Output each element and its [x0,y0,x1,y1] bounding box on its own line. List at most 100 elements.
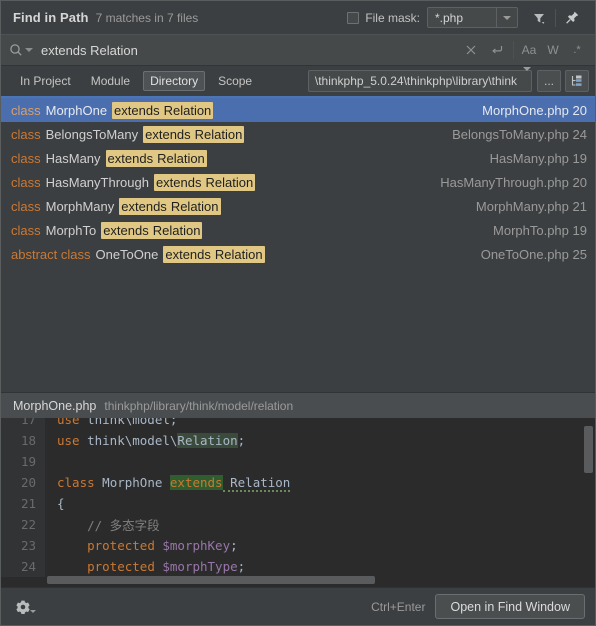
scope-tab-in-project[interactable]: In Project [13,71,78,91]
result-class-name: HasMany [45,150,101,166]
result-row[interactable]: class BelongsToMany extends Relation Belo… [1,122,595,146]
code-line: 23 protected $morphKey; [1,535,595,556]
code-line: 24 protected $morphType; [1,556,595,577]
line-number: 18 [1,430,45,451]
chevron-down-icon [25,48,33,52]
result-snippet: class MorphOne extends Relation [11,101,214,119]
filter-funnel-icon [534,13,545,24]
result-keyword: class [11,222,41,238]
result-snippet: class MorphMany extends Relation [11,197,221,215]
pin-icon [565,11,578,24]
result-keyword: class [11,174,41,190]
search-bar[interactable]: extends Relation Aa W .* [1,34,595,66]
line-number: 21 [1,493,45,514]
preview-file-path: thinkphp/library/think/model/relation [104,398,294,413]
code-line: 17 use think\model; [1,418,595,430]
match-highlight: Relation [177,433,238,448]
result-class-name: MorphMany [45,198,115,214]
result-snippet: class BelongsToMany extends Relation [11,125,245,143]
whole-words-toggle[interactable]: W [541,43,565,57]
dialog-footer: Ctrl+Enter Open in Find Window [1,587,595,625]
search-history-dropdown[interactable] [9,43,33,57]
result-row[interactable]: class HasMany extends Relation HasMany.ph… [1,146,595,170]
result-match-highlight: extends Relation [163,245,265,263]
result-snippet: class HasMany extends Relation [11,149,207,167]
chevron-down-icon [523,67,531,85]
line-number: 19 [1,451,45,472]
search-options-divider [513,41,514,59]
filter-button[interactable] [526,6,552,30]
search-icon [10,44,22,56]
code-line: 21 { [1,493,595,514]
directory-path-combo[interactable]: \thinkphp_5.0.24\thinkphp\library\think [307,67,532,92]
result-snippet: class MorphTo extends Relation [11,221,203,239]
result-snippet: abstract class OneToOne extends Relation [11,245,265,263]
search-history-button[interactable] [484,38,510,62]
result-keyword: class [11,102,41,118]
pin-button[interactable] [559,6,585,30]
result-location: MorphTo.php 19 [493,222,587,238]
module-tree-icon [571,75,582,86]
code-preview[interactable]: 17 use think\model; 18 use think\model\R… [1,418,595,587]
result-match-highlight: extends Relation [101,221,203,239]
result-match-highlight: extends Relation [105,149,207,167]
result-match-highlight: extends Relation [119,197,221,215]
result-class-name: HasManyThrough [45,174,149,190]
result-row[interactable]: class HasManyThrough extends Relation Has… [1,170,595,194]
browse-directory-button[interactable]: ... [537,70,561,92]
code-line: 19 [1,451,595,472]
search-input[interactable]: extends Relation [41,43,458,58]
result-class-name: BelongsToMany [45,126,139,142]
history-return-icon [492,46,503,54]
module-tree-button[interactable] [565,70,589,92]
dialog-header: Find in Path 7 matches in 7 files File m… [1,1,595,34]
open-in-find-window-button[interactable]: Open in Find Window [435,594,585,619]
chevron-down-icon [30,610,36,613]
file-mask-value: *.php [435,10,464,25]
preview-file-name: MorphOne.php [13,398,97,413]
file-mask-label: File mask: [365,10,420,25]
page-title: Find in Path [13,10,89,25]
regex-toggle[interactable]: .* [565,44,589,56]
gear-icon [16,600,30,614]
result-row[interactable]: class MorphMany extends Relation MorphMan… [1,194,595,218]
line-content: use think\model; [57,418,178,427]
match-highlight: extends [169,475,223,490]
file-mask-dropdown-button[interactable] [496,8,517,27]
line-content: use think\model\Relation; [57,433,246,448]
scope-tab-directory[interactable]: Directory [143,71,206,91]
chevron-down-icon [503,15,511,20]
result-location: OneToOne.php 25 [480,246,587,262]
preview-horizontal-scrollbar[interactable] [47,576,375,584]
result-keyword: class [11,126,41,142]
preview-vertical-scrollbar[interactable] [584,426,593,473]
keyboard-shortcut-hint: Ctrl+Enter [371,599,426,614]
line-number: 24 [1,556,45,577]
line-content: protected $morphKey; [87,538,238,553]
clear-x-icon [466,45,476,55]
clear-search-button[interactable] [458,38,484,62]
line-content: // 多态字段 [87,518,160,533]
directory-path-dropdown-button[interactable] [523,67,531,91]
result-row[interactable]: class MorphTo extends Relation MorphTo.ph… [1,218,595,242]
result-class-name: MorphOne [45,102,108,118]
results-list[interactable]: class MorphOne extends Relation MorphOne.… [1,98,595,392]
result-snippet: class HasManyThrough extends Relation [11,173,256,191]
preview-header: MorphOne.php thinkphp/library/think/mode… [1,392,595,418]
result-class-name: MorphTo [45,222,97,238]
file-mask-combo[interactable]: *.php [427,7,518,28]
match-case-toggle[interactable]: Aa [517,43,541,57]
code-lines: 17 use think\model; 18 use think\model\R… [1,418,595,577]
result-class-name: OneToOne [95,246,159,262]
settings-button[interactable] [13,595,39,619]
result-location: HasMany.php 19 [489,150,587,166]
result-row[interactable]: abstract class OneToOne extends Relation … [1,242,595,266]
result-match-highlight: extends Relation [112,101,214,119]
code-line: 22 // 多态字段 [1,514,595,535]
result-location: MorphMany.php 21 [475,198,587,214]
scope-tab-module[interactable]: Module [84,71,137,91]
file-mask-checkbox[interactable] [347,11,360,24]
scope-tab-scope[interactable]: Scope [211,71,259,91]
result-row[interactable]: class MorphOne extends Relation MorphOne.… [1,98,595,122]
line-content: class MorphOne extends Relation [57,475,291,492]
